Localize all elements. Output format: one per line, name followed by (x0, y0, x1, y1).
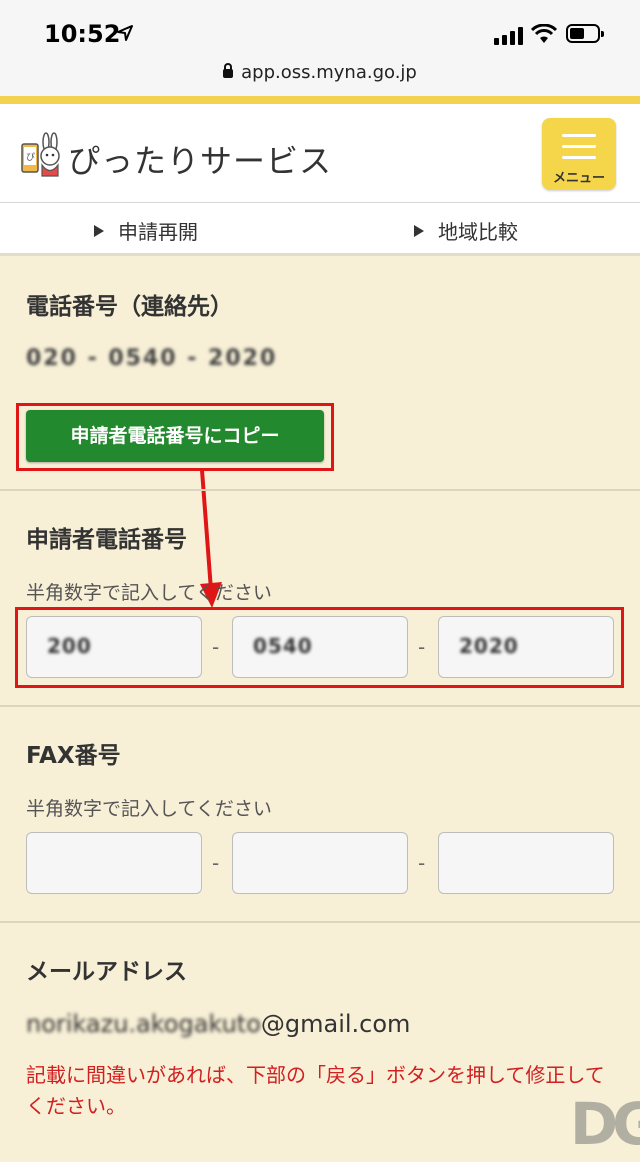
watermark-logo: DG (570, 1090, 640, 1158)
applicant-phone-field-2-value: 0540 (253, 634, 313, 658)
status-bar: 10:52 app.oss.myna.go.jp (0, 0, 640, 96)
menu-button[interactable]: メニュー (542, 118, 616, 190)
status-time: 10:52 (44, 20, 121, 48)
battery-icon (566, 24, 604, 43)
email-domain: @gmail.com (260, 1010, 411, 1038)
hamburger-icon-bar (562, 145, 596, 148)
mascot-logo-icon[interactable]: ぴ (20, 132, 62, 178)
phone-separator: - (418, 635, 426, 659)
cellular-signal-icon (494, 27, 523, 45)
nav-item-label: 地域比較 (438, 220, 518, 244)
phone-separator: - (212, 635, 220, 659)
contact-phone-value: 020 - 0540 - 2020 (26, 346, 278, 371)
fax-field-3[interactable] (438, 832, 614, 894)
applicant-phone-hint: 半角数字で記入してください (26, 582, 272, 604)
fax-separator: - (418, 851, 426, 875)
fax-separator: - (212, 851, 220, 875)
nav-item-region-compare[interactable]: 地域比較 (414, 216, 518, 245)
section-divider (0, 705, 640, 707)
triangle-right-icon (94, 224, 104, 237)
nav-divider (0, 253, 640, 256)
lock-icon (223, 63, 234, 78)
applicant-phone-title: 申請者電話番号 (26, 527, 187, 553)
header-accent-bar (0, 96, 640, 104)
applicant-phone-field-3-value: 2020 (459, 634, 519, 658)
nav-item-label: 申請再開 (118, 220, 198, 244)
site-header: ぴ ぴったりサービス メニュー (0, 104, 640, 202)
applicant-phone-field-1-value: 200 (47, 634, 92, 658)
section-divider (0, 489, 640, 491)
location-arrow-icon (117, 25, 133, 41)
site-logo-text[interactable]: ぴったりサービス (68, 136, 332, 182)
applicant-phone-field-2[interactable]: 0540 (232, 616, 408, 678)
fax-title: FAX番号 (26, 743, 121, 769)
email-local-part: norikazu.akogakuto (26, 1010, 261, 1038)
sub-nav: 申請再開 地域比較 (0, 203, 640, 253)
applicant-phone-field-1[interactable]: 200 (26, 616, 202, 678)
applicant-phone-field-3[interactable]: 2020 (438, 616, 614, 678)
address-bar[interactable]: app.oss.myna.go.jp (0, 62, 640, 83)
fax-hint: 半角数字で記入してください (26, 798, 272, 820)
email-value: norikazu.akogakuto@gmail.com (26, 1010, 410, 1038)
menu-label: メニュー (552, 171, 605, 186)
nav-item-resume-application[interactable]: 申請再開 (94, 216, 198, 245)
wifi-icon (531, 24, 557, 43)
hamburger-icon-bar (562, 156, 596, 159)
email-title: メールアドレス (26, 959, 187, 985)
fax-field-2[interactable] (232, 832, 408, 894)
section-divider (0, 921, 640, 923)
contact-phone-title: 電話番号（連絡先） (26, 294, 233, 320)
copy-to-applicant-phone-button[interactable]: 申請者電話番号にコピー (26, 410, 324, 462)
url-text: app.oss.myna.go.jp (241, 62, 417, 83)
fax-field-1[interactable] (26, 832, 202, 894)
correction-notice: 記載に間違いがあれば、下部の「戻る」ボタンを押して修正してください。 (26, 1063, 605, 1118)
triangle-right-icon (414, 224, 424, 237)
hamburger-icon (562, 134, 596, 137)
svg-text:ぴ: ぴ (26, 152, 35, 163)
